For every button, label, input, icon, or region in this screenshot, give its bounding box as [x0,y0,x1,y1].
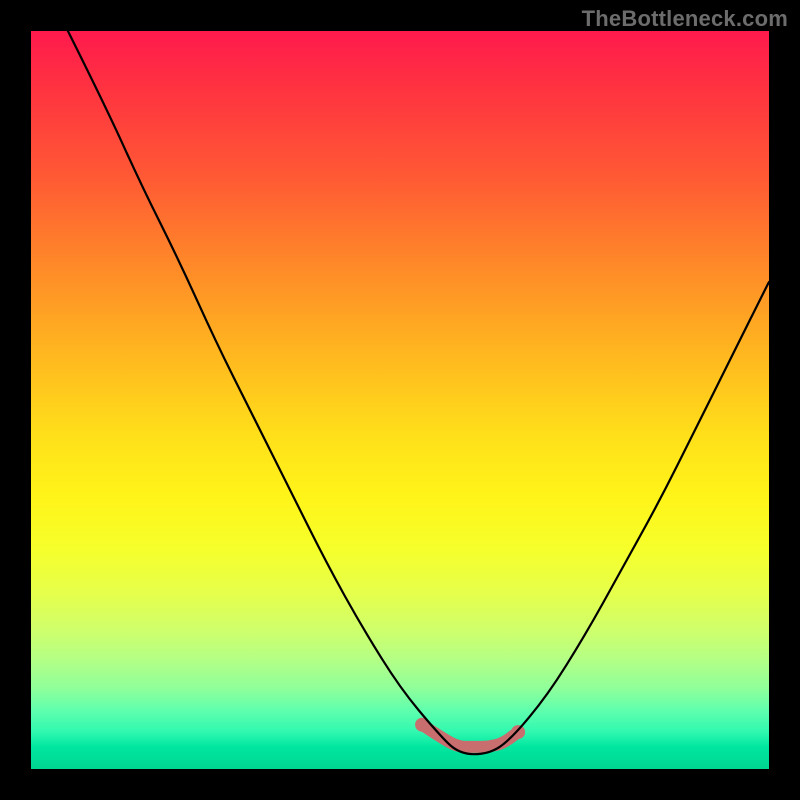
optimal-band-dot-right [511,725,525,739]
chart-frame: TheBottleneck.com [0,0,800,800]
chart-svg [31,31,769,769]
watermark-text: TheBottleneck.com [582,6,788,32]
plot-area [31,31,769,769]
bottleneck-curve [68,31,769,754]
